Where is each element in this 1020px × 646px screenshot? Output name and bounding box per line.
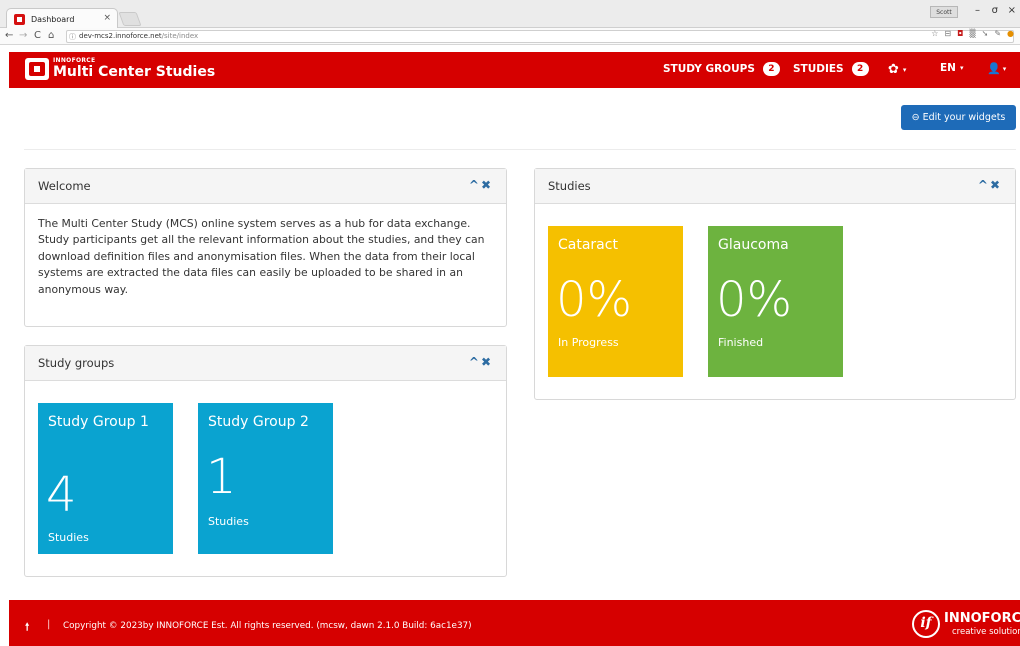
browser-toolbar: ← → C ⌂ ⓘ dev-mcs2.innoforce.net/site/in… [0,28,1020,45]
studies-panel: Studies ^✖ Cataract 0% In Progress Glauc… [534,168,1016,400]
collapse-close-icons[interactable]: ^✖ [978,178,1002,192]
footer-tagline: creative solutions [952,627,1020,637]
panel-title: Welcome [38,179,91,193]
tile-title: Glaucoma [718,237,789,253]
back-icon[interactable]: ← [5,30,13,41]
tile-value: 0% [556,272,633,328]
chevron-down-icon: ▾ [1002,64,1007,73]
maximize-button[interactable]: σ [992,5,998,16]
chevron-down-icon: ▾ [959,64,964,72]
url-host: dev-mcs2.innoforce.net [79,32,162,40]
extension-icon[interactable]: ▒ [969,29,975,38]
extension-icon[interactable]: ⊟ [944,29,951,38]
extension-icon[interactable]: ◘ [957,29,963,38]
nav-study-groups-label: STUDY GROUPS [663,63,755,75]
welcome-panel: Welcome ^✖ The Multi Center Study (MCS) … [24,168,507,327]
browser-profile-chip[interactable]: Scott [930,6,958,18]
url-path: /site/index [161,32,199,40]
tile-value: 4 [46,467,77,523]
nav-studies-label: STUDIES [793,63,844,75]
tile-label: Finished [718,336,764,349]
footer-separator: | [47,619,51,630]
reload-icon[interactable]: C [34,30,41,41]
new-tab-button[interactable] [118,12,142,26]
panel-header: Study groups ^✖ [25,346,506,381]
info-icon[interactable]: ⓘ [69,32,76,43]
close-window-button[interactable]: × [1008,5,1016,16]
tab-title: Dashboard [31,15,75,24]
page-footer: 🠕 | Copyright © 2023by INNOFORCE Est. Al… [9,600,1020,646]
language-label: EN [940,62,956,74]
tile-value: 0% [716,272,793,328]
user-icon: 👤 [987,62,1001,75]
study-tile[interactable]: Glaucoma 0% Finished [708,226,843,377]
nav-settings-dropdown[interactable]: ✿ ▾ [888,62,906,77]
nav-language-dropdown[interactable]: EN ▾ [940,62,963,74]
panel-header: Studies ^✖ [535,169,1015,204]
study-groups-count-badge: 2 [762,62,780,76]
collapse-close-icons[interactable]: ^✖ [469,178,493,192]
panel-header: Welcome ^✖ [25,169,506,204]
nav-study-groups[interactable]: STUDY GROUPS 2 [663,62,780,76]
collapse-close-icons[interactable]: ^✖ [469,355,493,369]
copyright-text: Copyright © 2023by INNOFORCE Est. All ri… [63,621,472,631]
tile-label: In Progress [558,336,619,349]
innoforce-footer-logo-icon[interactable]: if [912,610,940,638]
browser-tab-strip: Dashboard × Scott – σ × [0,0,1020,29]
extension-icon[interactable]: ✎ [994,29,1001,38]
footer-brand: INNOFORCE [944,611,1020,626]
tile-label: Studies [208,515,249,528]
welcome-text: The Multi Center Study (MCS) online syst… [38,217,485,296]
tab-close-icon[interactable]: × [103,13,111,23]
nav-studies[interactable]: STUDIES 2 [793,62,869,76]
bookmark-star-icon[interactable]: ☆ [931,29,938,38]
tile-title: Study Group 1 [48,414,149,430]
divider [24,149,1016,150]
tile-label: Studies [48,531,89,544]
extension-icon[interactable]: ● [1007,29,1014,38]
tile-value: 1 [206,449,237,505]
favicon-icon [14,14,25,25]
study-groups-panel: Study groups ^✖ Study Group 1 4 Studies … [24,345,507,577]
browser-tab-dashboard[interactable]: Dashboard × [6,8,118,29]
home-icon[interactable]: ⌂ [48,30,54,41]
extension-icons: ☆ ⊟ ◘ ▒ ➘ ✎ ● [931,29,1014,38]
minimize-button[interactable]: – [975,5,980,16]
gear-icon: ✿ [888,62,899,77]
brand-app-name[interactable]: Multi Center Studies [53,64,215,80]
forward-icon[interactable]: → [19,30,27,41]
brand-company: INNOFORCE [53,57,96,64]
tile-title: Cataract [558,237,618,253]
address-bar[interactable]: ⓘ dev-mcs2.innoforce.net/site/index [66,30,1014,43]
chevron-down-icon: ▾ [902,65,907,74]
nav-user-dropdown[interactable]: 👤 ▾ [987,62,1006,75]
extension-icon[interactable]: ➘ [982,29,989,38]
panel-title: Study groups [38,356,115,370]
panel-title: Studies [548,179,591,193]
study-tile[interactable]: Cataract 0% In Progress [548,226,683,377]
study-group-tile[interactable]: Study Group 1 4 Studies [38,403,173,554]
scroll-top-arrow-icon[interactable]: 🠕 [25,620,29,637]
study-group-tile[interactable]: Study Group 2 1 Studies [198,403,333,554]
app-navbar: INNOFORCE Multi Center Studies STUDY GRO… [9,52,1020,88]
edit-widgets-button[interactable]: ⊖ Edit your widgets [901,105,1016,130]
innoforce-logo-icon[interactable] [25,58,49,80]
tile-title: Study Group 2 [208,414,309,430]
studies-count-badge: 2 [851,62,869,76]
